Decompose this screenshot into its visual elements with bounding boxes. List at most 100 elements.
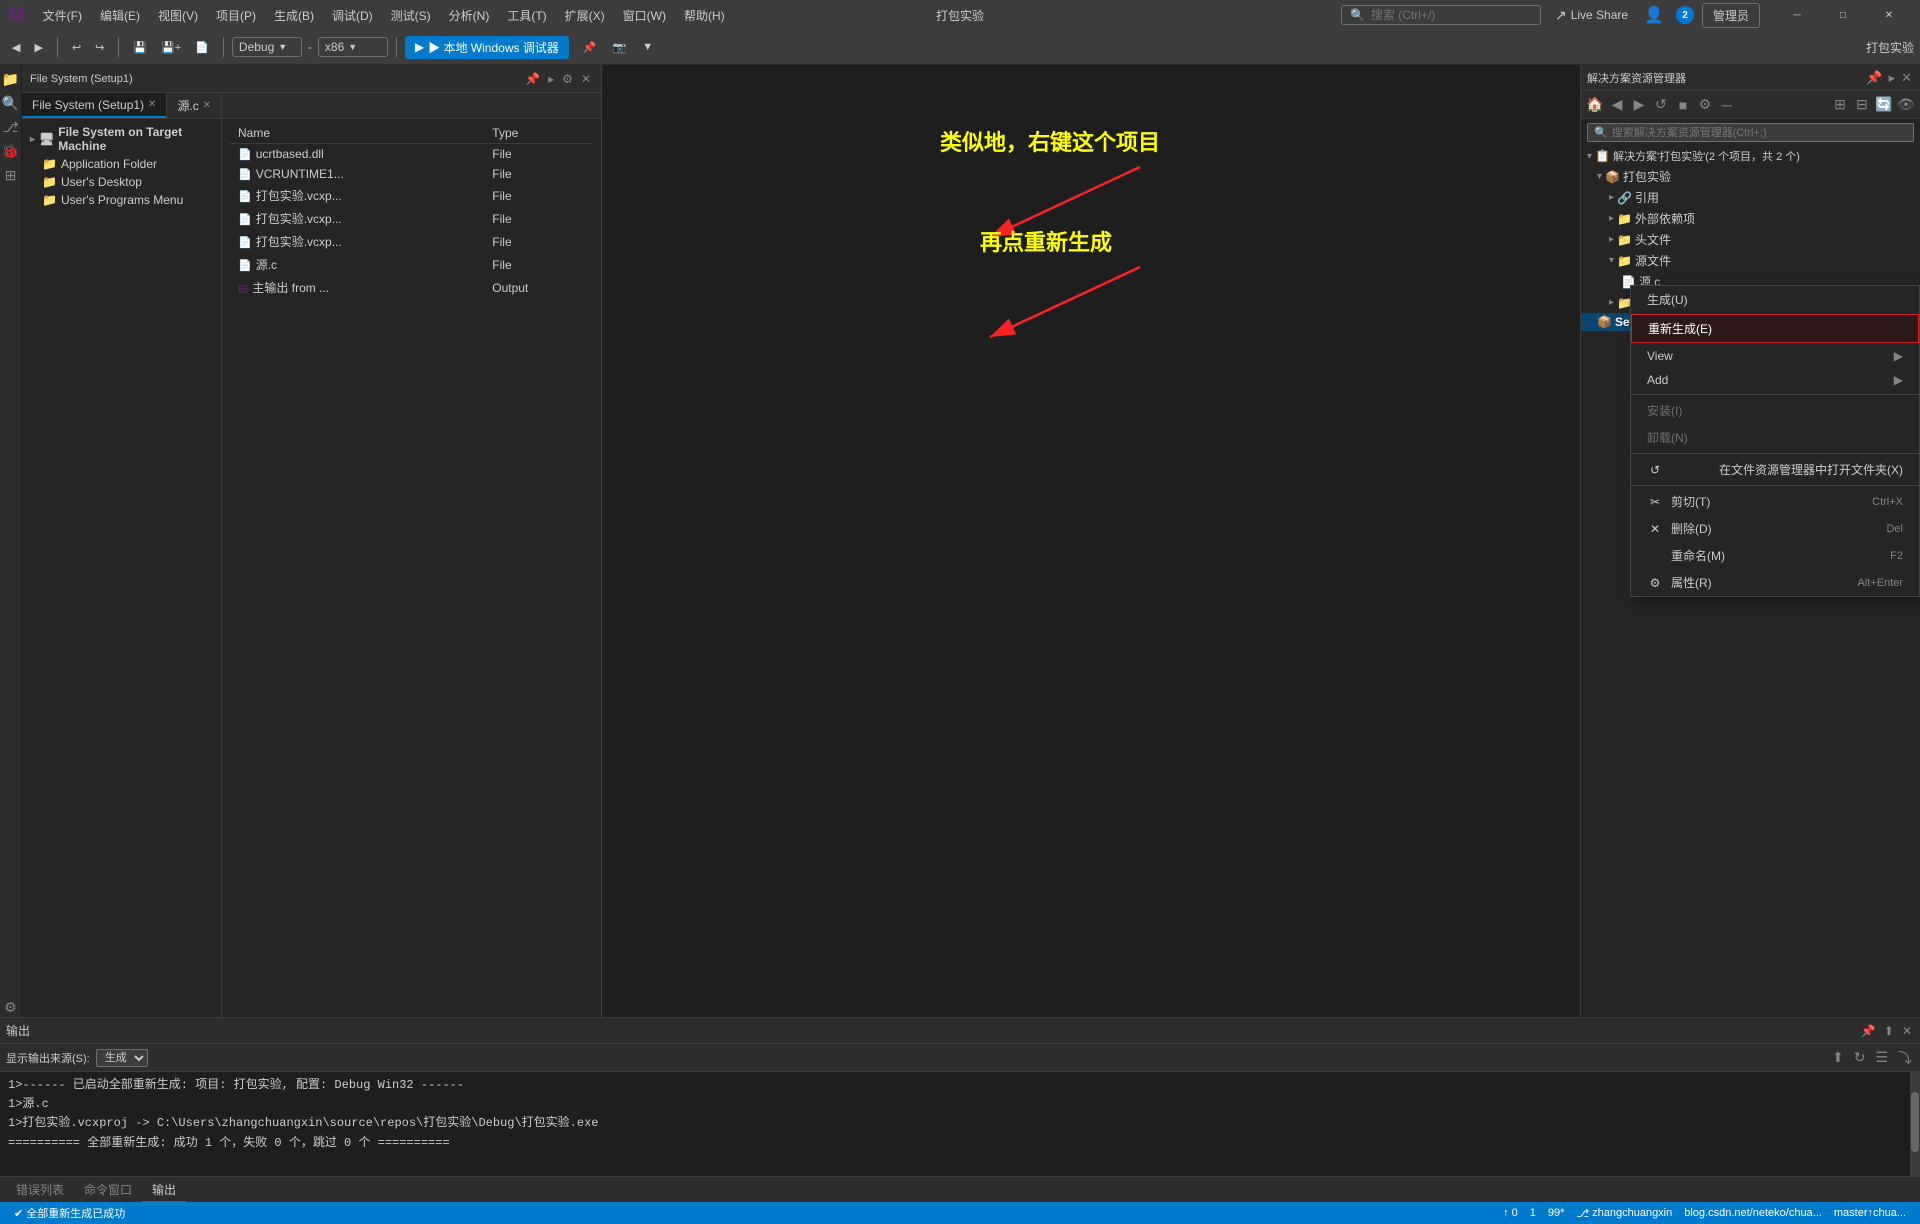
forward-button[interactable]: ▶ bbox=[28, 38, 48, 57]
save-icon2[interactable]: 📄 bbox=[189, 38, 215, 57]
maximize-button[interactable]: □ bbox=[1820, 0, 1866, 30]
ctx-rebuild[interactable]: 重新生成(E) bbox=[1631, 314, 1919, 343]
undo-button[interactable]: ↩ bbox=[66, 38, 87, 57]
sol-sync-icon[interactable]: ↺ bbox=[1651, 95, 1671, 115]
back-button[interactable]: ◀ bbox=[6, 38, 26, 57]
table-row[interactable]: 📄打包实验.vcxp... File bbox=[230, 230, 593, 253]
sol-back-icon[interactable]: ◀ bbox=[1607, 95, 1627, 115]
panel-pin-icon[interactable]: 📌 bbox=[523, 70, 542, 88]
activity-git[interactable]: ⎇ bbox=[1, 117, 21, 137]
menu-analyze[interactable]: 分析(N) bbox=[441, 5, 498, 26]
activity-debug[interactable]: 🐞 bbox=[1, 141, 21, 161]
minimize-button[interactable]: ─ bbox=[1774, 0, 1820, 30]
debug-config-dropdown[interactable]: Debug ▼ bbox=[232, 37, 302, 57]
output-scrollbar[interactable] bbox=[1910, 1072, 1920, 1176]
sol-pin-icon[interactable]: 📌 bbox=[1864, 69, 1884, 87]
menu-tools[interactable]: 工具(T) bbox=[499, 5, 554, 26]
output-pin-icon[interactable]: 📌 bbox=[1859, 1022, 1878, 1040]
menu-debug[interactable]: 调试(D) bbox=[324, 5, 381, 26]
live-share-button[interactable]: ↗ Live Share bbox=[1547, 5, 1636, 26]
output-toolbar-icon2[interactable]: ↻ bbox=[1852, 1047, 1868, 1068]
status-success-msg[interactable]: ✔ 全部重新生成已成功 bbox=[8, 1205, 131, 1221]
tab-filesystem-close[interactable]: ✕ bbox=[148, 99, 156, 110]
sol-refresh-icon[interactable]: 🔄 bbox=[1874, 95, 1894, 115]
sol-project-pack[interactable]: ▾ 📦 打包实验 bbox=[1581, 166, 1920, 187]
menu-project[interactable]: 项目(P) bbox=[208, 5, 264, 26]
tree-programs[interactable]: 📁 User's Programs Menu bbox=[26, 191, 217, 209]
activity-extensions[interactable]: ⊞ bbox=[1, 165, 21, 185]
sol-expand-icon[interactable]: ⊞ bbox=[1830, 95, 1850, 115]
status-git-user[interactable]: ⎇ zhangchuangxin bbox=[1570, 1207, 1678, 1220]
menu-view[interactable]: 视图(V) bbox=[150, 5, 206, 26]
start-debug-button[interactable]: ▶ ▶ 本地 Windows 调试器 bbox=[405, 36, 569, 59]
tree-root[interactable]: ▸ 🖥 File System on Target Machine bbox=[26, 123, 217, 155]
activity-search[interactable]: 🔍 bbox=[1, 93, 21, 113]
sol-collapse-icon[interactable]: ⊟ bbox=[1852, 95, 1872, 115]
platform-dropdown[interactable]: x86 ▼ bbox=[318, 37, 388, 57]
tab-filesystem[interactable]: File System (Setup1) ✕ bbox=[22, 93, 167, 118]
panel-close-icon[interactable]: ✕ bbox=[579, 70, 593, 88]
ctx-cut[interactable]: ✂ 剪切(T) Ctrl+X bbox=[1631, 488, 1919, 515]
table-row[interactable]: 📄打包实验.vcxp... File bbox=[230, 207, 593, 230]
output-toolbar-icon4[interactable]: ⤵ bbox=[1896, 1046, 1914, 1070]
sol-filter-icon[interactable]: ─ bbox=[1717, 95, 1737, 115]
save-all-button[interactable]: 💾+ bbox=[155, 38, 187, 57]
sol-source-files[interactable]: ▾ 📁 源文件 bbox=[1581, 250, 1920, 271]
sol-show-all-icon[interactable]: 👁 bbox=[1896, 95, 1916, 115]
camera-button[interactable]: 📷 bbox=[607, 38, 633, 57]
sol-references[interactable]: ▸ 🔗 引用 bbox=[1581, 187, 1920, 208]
table-row[interactable]: 📄VCRUNTIME1... File bbox=[230, 164, 593, 184]
ctx-add[interactable]: Add ▶ bbox=[1631, 368, 1919, 392]
tab-source-close[interactable]: ✕ bbox=[203, 100, 211, 111]
panel-arrow-icon[interactable]: ▸ bbox=[546, 70, 556, 88]
sol-headers[interactable]: ▸ 📁 头文件 bbox=[1581, 229, 1920, 250]
attach-button[interactable]: 📌 bbox=[577, 38, 603, 57]
menu-extensions[interactable]: 扩展(X) bbox=[557, 5, 613, 26]
output-toolbar-icon3[interactable]: ☰ bbox=[1873, 1047, 1890, 1068]
table-row[interactable]: 📄ucrtbased.dll File bbox=[230, 144, 593, 165]
output-toolbar-icon1[interactable]: ⬆ bbox=[1830, 1047, 1846, 1068]
status-blog-url[interactable]: blog.csdn.net/neteko/chua... bbox=[1678, 1207, 1828, 1219]
tree-desktop[interactable]: 📁 User's Desktop bbox=[26, 173, 217, 191]
solution-search-input[interactable] bbox=[1612, 127, 1907, 139]
output-source-select[interactable]: 生成 bbox=[96, 1049, 148, 1067]
redo-button[interactable]: ↪ bbox=[89, 38, 110, 57]
activity-settings[interactable]: ⚙ bbox=[1, 997, 21, 1017]
save-button[interactable]: 💾 bbox=[127, 38, 153, 57]
ctx-properties[interactable]: ⚙ 属性(R) Alt+Enter bbox=[1631, 569, 1919, 596]
ctx-view[interactable]: View ▶ bbox=[1631, 344, 1919, 368]
notification-badge[interactable]: 2 bbox=[1676, 6, 1694, 24]
menu-help[interactable]: 帮助(H) bbox=[676, 5, 733, 26]
ctx-build[interactable]: 生成(U) bbox=[1631, 286, 1919, 313]
sol-arrow-icon[interactable]: ▸ bbox=[1887, 69, 1898, 87]
menu-file[interactable]: 文件(F) bbox=[35, 5, 90, 26]
extra-button[interactable]: ▼ bbox=[636, 38, 659, 56]
sol-stop-icon[interactable]: ■ bbox=[1673, 95, 1693, 115]
people-icon[interactable]: 👤 bbox=[1644, 5, 1664, 25]
tree-appfolder[interactable]: 📁 Application Folder bbox=[26, 155, 217, 173]
tab-output[interactable]: 输出 bbox=[142, 1178, 186, 1202]
search-input[interactable] bbox=[1371, 8, 1511, 22]
search-box[interactable]: 🔍 bbox=[1341, 5, 1541, 25]
ctx-rename[interactable]: 重命名(M) F2 bbox=[1631, 542, 1919, 569]
manage-button[interactable]: 管理员 bbox=[1702, 3, 1760, 28]
tab-error-list[interactable]: 错误列表 bbox=[6, 1178, 74, 1201]
sol-home-icon[interactable]: 🏠 bbox=[1585, 95, 1605, 115]
output-scroll-thumb[interactable] bbox=[1911, 1092, 1919, 1152]
ctx-open-explorer[interactable]: ↺ 在文件资源管理器中打开文件夹(X) bbox=[1631, 456, 1919, 483]
menu-build[interactable]: 生成(B) bbox=[266, 5, 322, 26]
ctx-delete[interactable]: ✕ 删除(D) Del bbox=[1631, 515, 1919, 542]
sol-external-deps[interactable]: ▸ 📁 外部依赖项 bbox=[1581, 208, 1920, 229]
table-row[interactable]: 📄源.c File bbox=[230, 253, 593, 276]
sol-solution-root[interactable]: ▾ 📋 解决方案'打包实验'(2 个项目，共 2 个) bbox=[1581, 146, 1920, 166]
menu-edit[interactable]: 编辑(E) bbox=[92, 5, 148, 26]
output-close-icon[interactable]: ✕ bbox=[1900, 1022, 1914, 1040]
menu-test[interactable]: 测试(S) bbox=[383, 5, 439, 26]
status-git-branch[interactable]: master↑chua... bbox=[1828, 1207, 1912, 1219]
activity-files[interactable]: 📁 bbox=[1, 69, 21, 89]
solution-search[interactable]: 🔍 bbox=[1587, 123, 1914, 142]
table-row[interactable]: 📄打包实验.vcxp... File bbox=[230, 184, 593, 207]
table-row[interactable]: ▤主输出 from ... Output bbox=[230, 276, 593, 299]
menu-window[interactable]: 窗口(W) bbox=[615, 5, 674, 26]
status-spaces[interactable]: 99* bbox=[1542, 1207, 1571, 1219]
